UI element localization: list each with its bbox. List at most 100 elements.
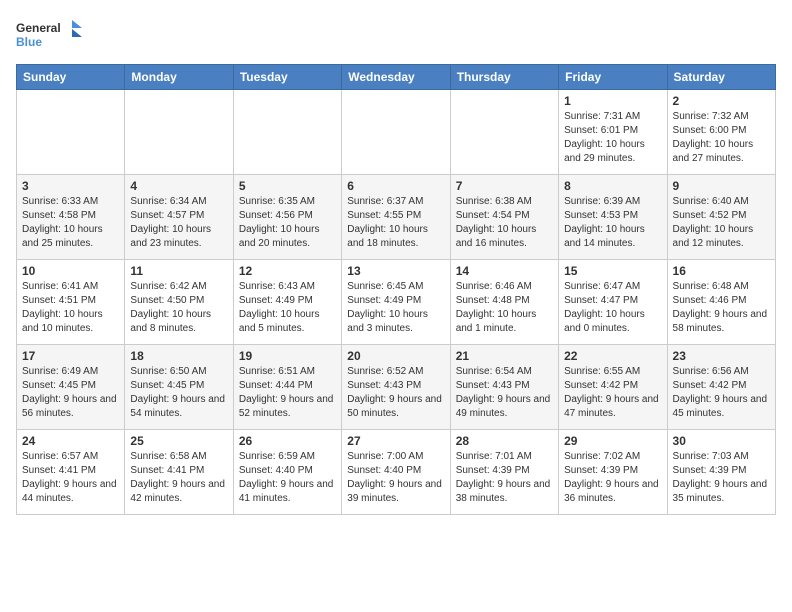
day-info: Sunrise: 6:41 AM Sunset: 4:51 PM Dayligh…	[22, 280, 119, 336]
day-info: Sunrise: 6:46 AM Sunset: 4:48 PM Dayligh…	[456, 280, 553, 336]
day-number: 21	[456, 349, 553, 363]
day-header-tuesday: Tuesday	[233, 65, 341, 90]
day-number: 29	[564, 434, 661, 448]
day-header-wednesday: Wednesday	[342, 65, 450, 90]
week-row-4: 17 Sunrise: 6:49 AM Sunset: 4:45 PM Dayli…	[17, 345, 776, 430]
day-header-sunday: Sunday	[17, 65, 125, 90]
calendar-cell: 23Sunrise: 6:56 AM Sunset: 4:42 PM Dayli…	[667, 345, 775, 430]
calendar-cell: 22 Sunrise: 6:55 AM Sunset: 4:42 PM Dayli…	[559, 345, 667, 430]
day-number: 8	[564, 179, 661, 193]
calendar-cell: 1 Sunrise: 7:31 AM Sunset: 6:01 PM Daylig…	[559, 90, 667, 175]
calendar-cell: 5 Sunrise: 6:35 AM Sunset: 4:56 PM Daylig…	[233, 175, 341, 260]
day-info: Sunrise: 7:31 AM Sunset: 6:01 PM Dayligh…	[564, 110, 661, 166]
calendar-cell: 8Sunrise: 6:39 AM Sunset: 4:53 PM Daylig…	[559, 175, 667, 260]
week-row-1: 1 Sunrise: 7:31 AM Sunset: 6:01 PM Daylig…	[17, 90, 776, 175]
day-number: 14	[456, 264, 553, 278]
calendar-cell: 26 Sunrise: 6:59 AM Sunset: 4:40 PM Dayli…	[233, 430, 341, 515]
calendar-cell: 21 Sunrise: 6:54 AM Sunset: 4:43 PM Dayli…	[450, 345, 558, 430]
day-info: Sunrise: 6:50 AM Sunset: 4:45 PM Dayligh…	[130, 365, 227, 421]
day-number: 22	[564, 349, 661, 363]
svg-text:Blue: Blue	[16, 35, 42, 49]
calendar-cell: 17 Sunrise: 6:49 AM Sunset: 4:45 PM Dayli…	[17, 345, 125, 430]
day-info: Sunrise: 7:32 AM Sunset: 6:00 PM Dayligh…	[673, 110, 770, 166]
calendar-cell: 7 Sunrise: 6:38 AM Sunset: 4:54 PM Daylig…	[450, 175, 558, 260]
day-number: 5	[239, 179, 336, 193]
day-info: Sunrise: 6:43 AM Sunset: 4:49 PM Dayligh…	[239, 280, 336, 336]
calendar-cell: 13Sunrise: 6:45 AM Sunset: 4:49 PM Dayli…	[342, 260, 450, 345]
day-info: Sunrise: 6:33 AM Sunset: 4:58 PM Dayligh…	[22, 195, 119, 251]
day-header-monday: Monday	[125, 65, 233, 90]
day-number: 27	[347, 434, 444, 448]
day-number: 13	[347, 264, 444, 278]
day-info: Sunrise: 6:48 AM Sunset: 4:46 PM Dayligh…	[673, 280, 770, 336]
day-number: 15	[564, 264, 661, 278]
day-info: Sunrise: 6:51 AM Sunset: 4:44 PM Dayligh…	[239, 365, 336, 421]
day-info: Sunrise: 6:58 AM Sunset: 4:41 PM Dayligh…	[130, 450, 227, 506]
calendar-cell	[450, 90, 558, 175]
day-info: Sunrise: 6:52 AM Sunset: 4:43 PM Dayligh…	[347, 365, 444, 421]
calendar-cell	[342, 90, 450, 175]
day-number: 12	[239, 264, 336, 278]
day-header-saturday: Saturday	[667, 65, 775, 90]
day-info: Sunrise: 6:38 AM Sunset: 4:54 PM Dayligh…	[456, 195, 553, 251]
week-row-2: 3 Sunrise: 6:33 AM Sunset: 4:58 PM Daylig…	[17, 175, 776, 260]
calendar-cell: 18 Sunrise: 6:50 AM Sunset: 4:45 PM Dayli…	[125, 345, 233, 430]
day-info: Sunrise: 6:55 AM Sunset: 4:42 PM Dayligh…	[564, 365, 661, 421]
calendar-cell: 30Sunrise: 7:03 AM Sunset: 4:39 PM Dayli…	[667, 430, 775, 515]
day-number: 7	[456, 179, 553, 193]
calendar-cell: 20Sunrise: 6:52 AM Sunset: 4:43 PM Dayli…	[342, 345, 450, 430]
week-row-5: 24 Sunrise: 6:57 AM Sunset: 4:41 PM Dayli…	[17, 430, 776, 515]
calendar-cell	[233, 90, 341, 175]
day-info: Sunrise: 6:42 AM Sunset: 4:50 PM Dayligh…	[130, 280, 227, 336]
day-number: 4	[130, 179, 227, 193]
calendar-cell: 4 Sunrise: 6:34 AM Sunset: 4:57 PM Daylig…	[125, 175, 233, 260]
calendar-cell: 3 Sunrise: 6:33 AM Sunset: 4:58 PM Daylig…	[17, 175, 125, 260]
svg-text:General: General	[16, 21, 61, 35]
day-number: 3	[22, 179, 119, 193]
day-number: 17	[22, 349, 119, 363]
day-number: 2	[673, 94, 770, 108]
day-number: 9	[673, 179, 770, 193]
day-number: 18	[130, 349, 227, 363]
day-info: Sunrise: 6:35 AM Sunset: 4:56 PM Dayligh…	[239, 195, 336, 251]
day-number: 10	[22, 264, 119, 278]
day-info: Sunrise: 6:37 AM Sunset: 4:55 PM Dayligh…	[347, 195, 444, 251]
day-info: Sunrise: 6:47 AM Sunset: 4:47 PM Dayligh…	[564, 280, 661, 336]
day-info: Sunrise: 7:02 AM Sunset: 4:39 PM Dayligh…	[564, 450, 661, 506]
calendar-cell: 27 Sunrise: 7:00 AM Sunset: 4:40 PM Dayli…	[342, 430, 450, 515]
day-number: 16	[673, 264, 770, 278]
day-number: 25	[130, 434, 227, 448]
day-info: Sunrise: 7:00 AM Sunset: 4:40 PM Dayligh…	[347, 450, 444, 506]
calendar-cell: 11 Sunrise: 6:42 AM Sunset: 4:50 PM Dayli…	[125, 260, 233, 345]
calendar-table: SundayMondayTuesdayWednesdayThursdayFrid…	[16, 64, 776, 515]
day-info: Sunrise: 6:54 AM Sunset: 4:43 PM Dayligh…	[456, 365, 553, 421]
page-header: General Blue	[16, 16, 776, 56]
day-info: Sunrise: 6:49 AM Sunset: 4:45 PM Dayligh…	[22, 365, 119, 421]
calendar-cell: 2 Sunrise: 7:32 AM Sunset: 6:00 PM Daylig…	[667, 90, 775, 175]
calendar-cell: 25 Sunrise: 6:58 AM Sunset: 4:41 PM Dayli…	[125, 430, 233, 515]
calendar-cell: 16 Sunrise: 6:48 AM Sunset: 4:46 PM Dayli…	[667, 260, 775, 345]
calendar-cell	[17, 90, 125, 175]
day-header-thursday: Thursday	[450, 65, 558, 90]
day-number: 1	[564, 94, 661, 108]
day-info: Sunrise: 6:34 AM Sunset: 4:57 PM Dayligh…	[130, 195, 227, 251]
day-info: Sunrise: 6:57 AM Sunset: 4:41 PM Dayligh…	[22, 450, 119, 506]
day-info: Sunrise: 6:56 AM Sunset: 4:42 PM Dayligh…	[673, 365, 770, 421]
day-number: 6	[347, 179, 444, 193]
day-info: Sunrise: 6:59 AM Sunset: 4:40 PM Dayligh…	[239, 450, 336, 506]
logo: General Blue	[16, 16, 86, 56]
day-number: 28	[456, 434, 553, 448]
calendar-cell: 12 Sunrise: 6:43 AM Sunset: 4:49 PM Dayli…	[233, 260, 341, 345]
day-number: 11	[130, 264, 227, 278]
day-info: Sunrise: 7:01 AM Sunset: 4:39 PM Dayligh…	[456, 450, 553, 506]
day-info: Sunrise: 6:40 AM Sunset: 4:52 PM Dayligh…	[673, 195, 770, 251]
calendar-cell: 19Sunrise: 6:51 AM Sunset: 4:44 PM Dayli…	[233, 345, 341, 430]
day-number: 24	[22, 434, 119, 448]
calendar-cell: 15 Sunrise: 6:47 AM Sunset: 4:47 PM Dayli…	[559, 260, 667, 345]
calendar-cell: 28 Sunrise: 7:01 AM Sunset: 4:39 PM Dayli…	[450, 430, 558, 515]
calendar-cell: 6 Sunrise: 6:37 AM Sunset: 4:55 PM Daylig…	[342, 175, 450, 260]
calendar-cell: 29 Sunrise: 7:02 AM Sunset: 4:39 PM Dayli…	[559, 430, 667, 515]
calendar-cell: 14 Sunrise: 6:46 AM Sunset: 4:48 PM Dayli…	[450, 260, 558, 345]
day-number: 26	[239, 434, 336, 448]
calendar-cell: 24 Sunrise: 6:57 AM Sunset: 4:41 PM Dayli…	[17, 430, 125, 515]
